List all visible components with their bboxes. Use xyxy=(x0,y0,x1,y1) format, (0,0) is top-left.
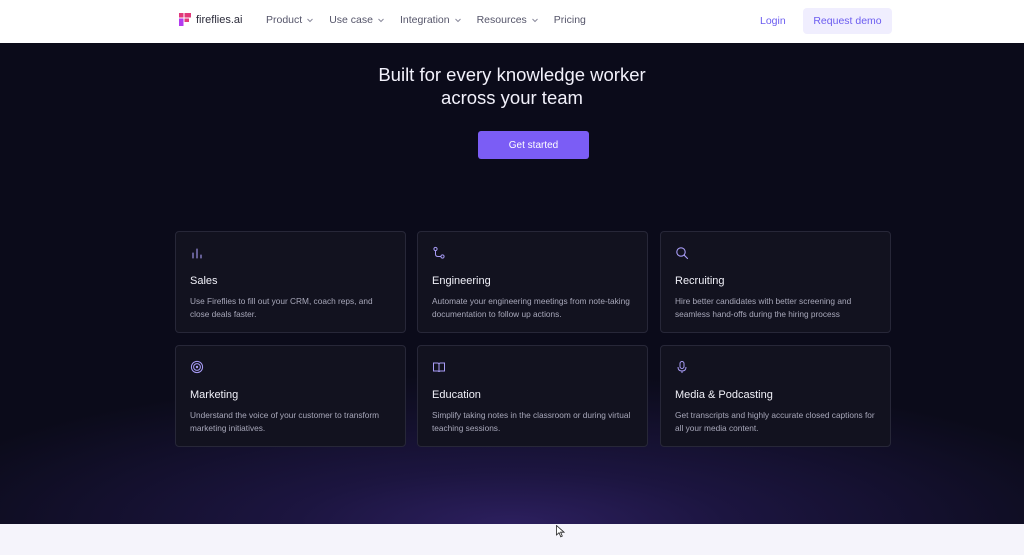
git-branch-icon xyxy=(433,246,445,259)
bar-chart-icon xyxy=(192,248,202,259)
next-section-edge xyxy=(0,524,1024,555)
card-description: Use Fireflies to fill out your CRM, coac… xyxy=(190,296,373,319)
card-education[interactable]: Education Simplify taking notes in the c… xyxy=(417,345,648,447)
card-title: Recruiting xyxy=(675,275,725,287)
main-menu: Product Use case Integration Resources P… xyxy=(266,14,586,26)
top-navbar: fireflies.ai Product Use case Integratio… xyxy=(0,0,1024,43)
menu-item-integration[interactable]: Integration xyxy=(400,14,462,26)
search-icon xyxy=(676,247,689,260)
menu-label: Pricing xyxy=(553,14,586,26)
login-link[interactable]: Login xyxy=(760,15,786,27)
chevron-down-icon xyxy=(531,18,538,23)
hero-section: Built for every knowledge worker across … xyxy=(0,43,1024,524)
chevron-down-icon xyxy=(307,18,314,23)
microphone-icon xyxy=(677,361,687,373)
menu-label: Resources xyxy=(476,14,527,26)
card-description: Hire better candidates with better scree… xyxy=(675,296,852,319)
card-marketing[interactable]: Marketing Understand the voice of your c… xyxy=(175,345,406,447)
card-sales[interactable]: Sales Use Fireflies to fill out your CRM… xyxy=(175,231,406,333)
request-demo-button[interactable]: Request demo xyxy=(803,8,892,34)
card-media-podcasting[interactable]: Media & Podcasting Get transcripts and h… xyxy=(660,345,891,447)
fireflies-logo-icon xyxy=(179,13,191,26)
chevron-down-icon xyxy=(454,18,461,23)
card-recruiting[interactable]: Recruiting Hire better candidates with b… xyxy=(660,231,891,333)
logo[interactable]: fireflies.ai xyxy=(179,13,242,26)
card-title: Media & Podcasting xyxy=(675,389,773,401)
menu-label: Integration xyxy=(399,14,450,26)
card-description: Automate your engineering meetings from … xyxy=(432,296,630,319)
menu-item-use-case[interactable]: Use case xyxy=(329,14,385,26)
card-title: Engineering xyxy=(432,275,491,287)
card-title: Sales xyxy=(190,275,218,287)
menu-item-product[interactable]: Product xyxy=(266,14,314,26)
card-description: Understand the voice of your customer to… xyxy=(190,410,380,433)
card-title: Education xyxy=(432,389,481,401)
card-description: Get transcripts and highly accurate clos… xyxy=(675,410,875,433)
card-title: Marketing xyxy=(190,389,239,401)
logo-text: fireflies.ai xyxy=(196,13,243,26)
book-icon xyxy=(433,362,445,373)
hero-headline-line1: Built for every knowledge worker xyxy=(378,64,646,85)
card-engineering[interactable]: Engineering Automate your engineering me… xyxy=(417,231,648,333)
target-icon xyxy=(190,360,204,374)
menu-item-pricing[interactable]: Pricing xyxy=(554,14,586,26)
get-started-button[interactable]: Get started xyxy=(478,131,589,159)
menu-label: Product xyxy=(266,14,303,26)
mouse-cursor-icon xyxy=(556,525,565,538)
chevron-down-icon xyxy=(378,18,384,23)
menu-item-resources[interactable]: Resources xyxy=(477,14,539,26)
hero-headline-line2: across your team xyxy=(441,87,583,108)
menu-label: Use case xyxy=(329,14,373,26)
card-description: Simplify taking notes in the classroom o… xyxy=(432,410,631,433)
